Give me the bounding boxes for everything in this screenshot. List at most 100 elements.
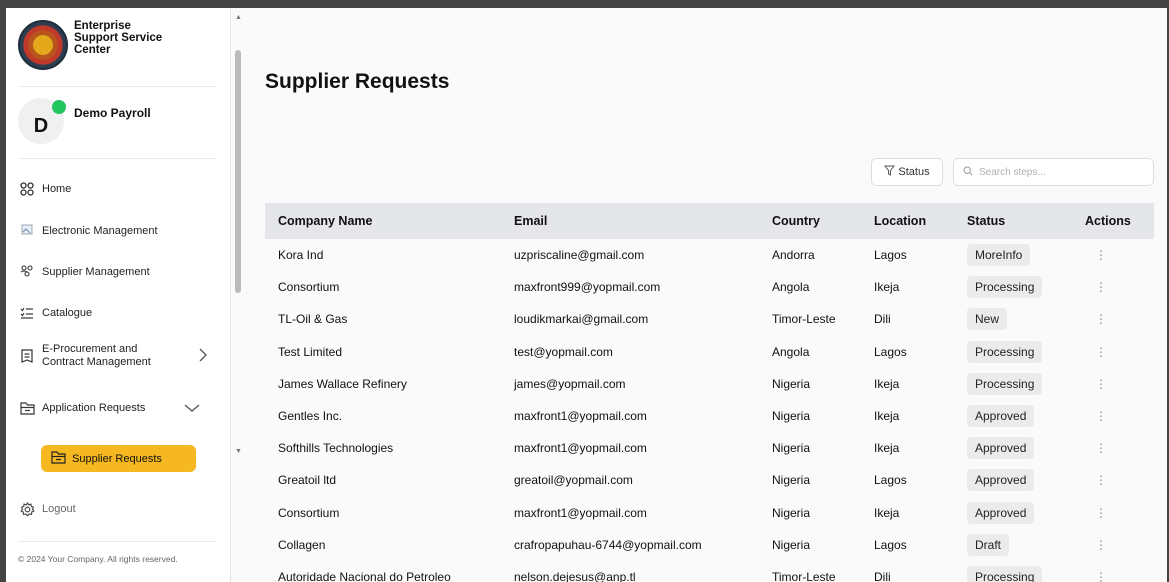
status-badge: Processing — [967, 565, 1043, 582]
company-name-cell: James Wallace Refinery — [278, 376, 407, 391]
sidebar-item-application-requests[interactable]: Application Requests — [18, 399, 208, 417]
sidebar-item-supplier-management[interactable]: Supplier Management — [18, 263, 150, 281]
country-cell: Nigeria — [772, 409, 811, 424]
kebab-menu-icon[interactable]: ⋮ — [1085, 441, 1107, 455]
actions-cell: ⋮ — [1072, 497, 1154, 529]
status-cell: Approved — [954, 400, 1072, 432]
table-row[interactable]: Test Limited test@yopmail.com Angola Lagos P… — [265, 336, 1154, 368]
kebab-menu-icon[interactable]: ⋮ — [1085, 377, 1107, 391]
actions-cell: ⋮ — [1072, 336, 1154, 368]
table-row[interactable]: TL-Oil & Gas loudikmarkai@gmail.com Timor-… — [265, 303, 1154, 335]
status-cell: Approved — [954, 464, 1072, 496]
actions-cell: ⋮ — [1072, 561, 1154, 582]
company-name-cell: Collagen — [278, 537, 326, 552]
actions-cell: ⋮ — [1072, 529, 1154, 561]
location-cell: Ikeja — [874, 409, 900, 424]
status-badge: MoreInfo — [967, 244, 1031, 267]
status-badge: Draft — [967, 533, 1010, 556]
email-cell: greatoil@yopmail.com — [514, 473, 633, 488]
scroll-up-arrow[interactable]: ▲ — [235, 14, 242, 21]
chevron-down-icon[interactable] — [184, 400, 200, 416]
sidebar-item-catalogue[interactable]: Catalogue — [18, 304, 92, 322]
broken-image-icon — [18, 222, 36, 240]
sidebar-item-label: Supplier Management — [42, 266, 150, 278]
table-row[interactable]: Greatoil ltd greatoil@yopmail.com Nigeria L… — [265, 464, 1154, 496]
sidebar-item-electronic-management[interactable]: Electronic Management — [18, 222, 158, 240]
sidebar-item-label: Home — [42, 183, 72, 195]
country-cell: Timor-Leste — [772, 569, 836, 582]
email-cell: crafropapuhau-6744@yopmail.com — [514, 537, 702, 552]
status-cell: Draft — [954, 529, 1072, 561]
country-cell: Andorra — [772, 248, 815, 263]
column-header-company-name[interactable]: Company Name — [265, 203, 501, 239]
column-header-status[interactable]: Status — [954, 203, 1072, 239]
country-cell: Timor-Leste — [772, 312, 836, 327]
kebab-menu-icon[interactable]: ⋮ — [1085, 570, 1107, 582]
table-row[interactable]: Consortium maxfront999@yopmail.com Angola I… — [265, 271, 1154, 303]
table-row[interactable]: Gentles Inc. maxfront1@yopmail.com Nigeria… — [265, 400, 1154, 432]
folder-icon — [51, 450, 66, 467]
status-filter-button[interactable]: Status — [871, 158, 943, 186]
sidebar-item-e-procurement[interactable]: E-Procurement and Contract Management — [18, 343, 208, 369]
copyright-text: © 2024 Your Company. All rights reserved… — [18, 554, 178, 564]
column-header-country[interactable]: Country — [759, 203, 861, 239]
chevron-right-icon[interactable] — [198, 348, 208, 365]
table-row[interactable]: Autoridade Nacional do Petroleo nelson.de… — [265, 561, 1154, 582]
email-cell: james@yopmail.com — [514, 376, 626, 391]
table-row[interactable]: Collagen crafropapuhau-6744@yopmail.com Ni… — [265, 529, 1154, 561]
sidebar-scrollbar-thumb[interactable] — [235, 50, 241, 293]
sidebar-item-label: E-Procurement and Contract Management — [42, 343, 151, 368]
actions-cell: ⋮ — [1072, 239, 1154, 271]
kebab-menu-icon[interactable]: ⋮ — [1085, 538, 1107, 552]
status-badge: New — [967, 308, 1008, 331]
column-header-email[interactable]: Email — [501, 203, 759, 239]
location-cell: Lagos — [874, 537, 907, 552]
status-filter-label: Status — [898, 166, 930, 178]
user-profile[interactable]: D Demo Payroll — [18, 98, 151, 144]
status-badge: Processing — [967, 372, 1043, 395]
gear-icon — [18, 500, 36, 518]
kebab-menu-icon[interactable]: ⋮ — [1085, 248, 1107, 262]
table-row[interactable]: Softhills Technologies maxfront1@yopmail.… — [265, 432, 1154, 464]
kebab-menu-icon[interactable]: ⋮ — [1085, 473, 1107, 487]
sidebar-item-label: Catalogue — [42, 307, 93, 319]
kebab-menu-icon[interactable]: ⋮ — [1085, 506, 1107, 520]
actions-cell: ⋮ — [1072, 464, 1154, 496]
company-name-cell: Greatoil ltd — [278, 473, 337, 488]
actions-cell: ⋮ — [1072, 303, 1154, 335]
company-name-cell: Consortium — [278, 505, 340, 520]
table-row[interactable]: James Wallace Refinery james@yopmail.com N… — [265, 368, 1154, 400]
table-row[interactable]: Kora Ind uzpriscaline@gmail.com Andorra Lag… — [265, 239, 1154, 271]
sidebar-item-home[interactable]: Home — [18, 180, 71, 198]
sidebar-item-supplier-requests[interactable]: Supplier Requests — [41, 445, 196, 472]
company-name-cell: Softhills Technologies — [278, 441, 394, 456]
country-cell: Nigeria — [772, 537, 811, 552]
users-icon — [18, 263, 36, 281]
search-input[interactable] — [979, 166, 1139, 178]
email-cell: uzpriscaline@gmail.com — [514, 248, 645, 263]
search-box[interactable] — [953, 158, 1154, 186]
user-name: Demo Payroll — [74, 106, 151, 120]
document-icon — [18, 347, 36, 365]
country-cell: Nigeria — [772, 505, 811, 520]
country-cell: Angola — [772, 344, 810, 359]
kebab-menu-icon[interactable]: ⋮ — [1085, 345, 1107, 359]
status-cell: Approved — [954, 497, 1072, 529]
kebab-menu-icon[interactable]: ⋮ — [1085, 280, 1107, 294]
sidebar-item-label: Supplier Requests — [72, 452, 162, 465]
scroll-down-arrow[interactable]: ▼ — [235, 448, 242, 455]
table-row[interactable]: Consortium maxfront1@yopmail.com Nigeria Ik… — [265, 497, 1154, 529]
email-cell: maxfront999@yopmail.com — [514, 280, 661, 295]
sidebar-item-label: Application Requests — [42, 402, 146, 414]
logout-label: Logout — [42, 503, 76, 515]
online-status-icon — [52, 100, 66, 114]
kebab-menu-icon[interactable]: ⋮ — [1085, 312, 1107, 326]
table-header-row: Company Name Email Country Location Stat… — [265, 203, 1154, 239]
location-cell: Lagos — [874, 248, 907, 263]
column-header-location[interactable]: Location — [861, 203, 954, 239]
email-cell: maxfront1@yopmail.com — [514, 441, 647, 456]
kebab-menu-icon[interactable]: ⋮ — [1085, 409, 1107, 423]
status-cell: Processing — [954, 336, 1072, 368]
home-grid-icon — [18, 180, 36, 198]
logout-button[interactable]: Logout — [18, 500, 76, 518]
